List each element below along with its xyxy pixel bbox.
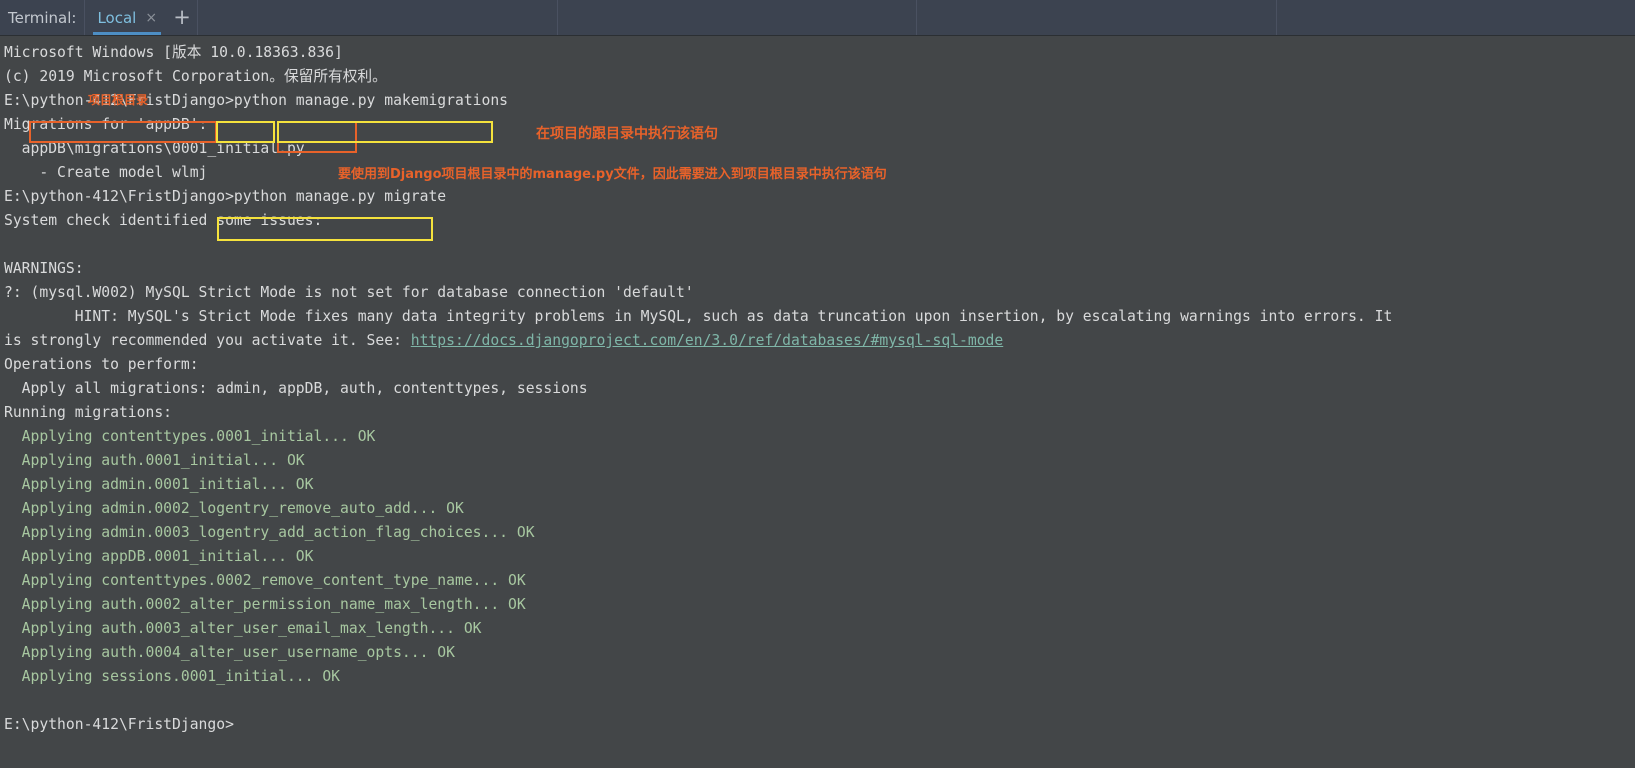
- doc-link[interactable]: https://docs.djangoproject.com/en/3.0/re…: [411, 332, 1003, 349]
- console-line-text: E:\python-412\FristDjango>: [4, 716, 234, 733]
- console-line: Applying auth.0002_alter_permission_name…: [4, 593, 1392, 617]
- terminal-output-area[interactable]: Microsoft Windows [版本 10.0.18363.836] (c)…: [0, 36, 1635, 768]
- console-line: - Create model wlmj: [4, 161, 1392, 185]
- console-line: is strongly recommended you activate it.…: [4, 329, 1392, 353]
- console-line: (c) 2019 Microsoft Corporation。保留所有权利。: [4, 65, 1392, 89]
- console-line-text: is strongly recommended you activate it.…: [4, 332, 411, 349]
- tabbar-filler-2: [558, 0, 916, 35]
- console-line-text: (c) 2019 Microsoft Corporation。保留所有权利。: [4, 68, 387, 85]
- tab-local[interactable]: Local ×: [85, 0, 167, 35]
- console-line-text: Applying auth.0002_alter_permission_name…: [4, 596, 526, 613]
- console-line: Applying admin.0002_logentry_remove_auto…: [4, 497, 1392, 521]
- close-icon[interactable]: ×: [145, 11, 157, 25]
- console-line-text: WARNINGS:: [4, 260, 84, 277]
- console-line-text: Applying admin.0001_initial... OK: [4, 476, 314, 493]
- console-line: HINT: MySQL's Strict Mode fixes many dat…: [4, 305, 1393, 329]
- console-line: Migrations for 'appDB':: [4, 113, 1392, 137]
- console-line-text: Applying auth.0004_alter_user_username_o…: [4, 644, 455, 661]
- tab-active-underline: [93, 32, 162, 35]
- console-line: E:\python-412\FristDjango>: [4, 713, 1392, 737]
- tabbar-filler-1: [198, 0, 556, 35]
- console-line-text: Applying admin.0003_logentry_add_action_…: [4, 524, 535, 541]
- console-line-text: Migrations for 'appDB':: [4, 116, 208, 133]
- console-line-text: Applying contenttypes.0001_initial... OK: [4, 428, 376, 445]
- console-line: System check identified some issues:: [4, 209, 1392, 233]
- terminal-label-segment: Terminal:: [0, 0, 84, 35]
- console-line-text: HINT: MySQL's Strict Mode fixes many dat…: [4, 308, 1393, 325]
- tab-local-label: Local: [97, 8, 137, 27]
- console-line: appDB\migrations\0001_initial.py: [4, 137, 1392, 161]
- console-line-text: Applying contenttypes.0002_remove_conten…: [4, 572, 526, 589]
- terminal-tab-bar: Terminal: Local × +: [0, 0, 1635, 36]
- tabbar-filler-3: [917, 0, 1275, 35]
- console-line-text: - Create model wlmj: [4, 164, 208, 181]
- console-line: Apply all migrations: admin, appDB, auth…: [4, 377, 1392, 401]
- console-line: Running migrations:: [4, 401, 1392, 425]
- console-line-text: ?: (mysql.W002) MySQL Strict Mode is not…: [4, 284, 694, 301]
- console-line: Applying auth.0003_alter_user_email_max_…: [4, 617, 1392, 641]
- console-line: Applying contenttypes.0001_initial... OK: [4, 425, 1392, 449]
- console-line: Applying auth.0001_initial... OK: [4, 449, 1392, 473]
- console-line-text: Apply all migrations: admin, appDB, auth…: [4, 380, 588, 397]
- console-line-text: Applying admin.0002_logentry_remove_auto…: [4, 500, 464, 517]
- console-line-text: Applying auth.0003_alter_user_email_max_…: [4, 620, 482, 637]
- console-line-text: Microsoft Windows [版本 10.0.18363.836]: [4, 44, 343, 61]
- console-line: Applying auth.0004_alter_user_username_o…: [4, 641, 1392, 665]
- console-line: Operations to perform:: [4, 353, 1392, 377]
- console-line-text: Operations to perform:: [4, 356, 199, 373]
- console-line: E:\python-412\FristDjango>python manage.…: [4, 185, 1392, 209]
- console-line-text: Running migrations:: [4, 404, 173, 421]
- console-line-text: E:\python-412\FristDjango>python manage.…: [4, 92, 509, 109]
- console-lines: Microsoft Windows [版本 10.0.18363.836] (c)…: [0, 36, 1392, 737]
- console-line: Applying appDB.0001_initial... OK: [4, 545, 1392, 569]
- tabbar-filler-4: [1277, 0, 1635, 35]
- terminal-label: Terminal:: [8, 8, 77, 27]
- console-line-text: E:\python-412\FristDjango>python manage.…: [4, 188, 447, 205]
- console-line: Microsoft Windows [版本 10.0.18363.836]: [4, 41, 1392, 65]
- console-line-text: Applying auth.0001_initial... OK: [4, 452, 305, 469]
- console-line-text: appDB\migrations\0001_initial.py: [4, 140, 305, 157]
- console-line-text: Applying appDB.0001_initial... OK: [4, 548, 314, 565]
- add-tab-button[interactable]: +: [167, 0, 197, 35]
- console-line-text: System check identified some issues:: [4, 212, 323, 229]
- console-line: E:\python-412\FristDjango>python manage.…: [4, 89, 1392, 113]
- console-line: Applying admin.0001_initial... OK: [4, 473, 1392, 497]
- console-line: ?: (mysql.W002) MySQL Strict Mode is not…: [4, 281, 1392, 305]
- console-line: WARNINGS:: [4, 257, 1392, 281]
- console-line-text: Applying sessions.0001_initial... OK: [4, 668, 341, 685]
- console-line: Applying admin.0003_logentry_add_action_…: [4, 521, 1392, 545]
- console-line: Applying contenttypes.0002_remove_conten…: [4, 569, 1392, 593]
- console-line: Applying sessions.0001_initial... OK: [4, 665, 1392, 689]
